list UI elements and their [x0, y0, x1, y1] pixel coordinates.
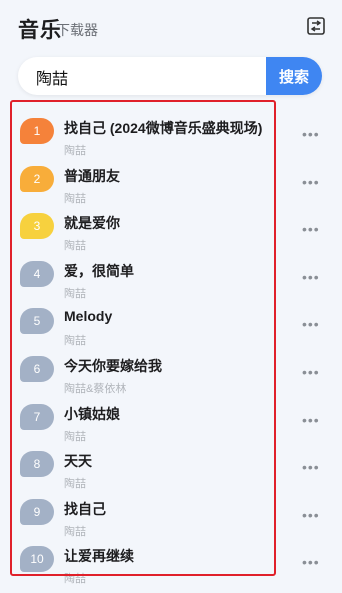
- more-options-icon[interactable]: •••: [302, 459, 320, 475]
- more-options-icon[interactable]: •••: [302, 174, 320, 190]
- search-button[interactable]: 搜索: [266, 57, 322, 95]
- highlight-box: [10, 100, 276, 576]
- more-options-icon[interactable]: •••: [302, 269, 320, 285]
- more-options-icon[interactable]: •••: [302, 554, 320, 570]
- more-options-icon[interactable]: •••: [302, 412, 320, 428]
- more-options-icon[interactable]: •••: [302, 316, 320, 332]
- app-subtitle: 下载器: [56, 22, 98, 38]
- search-bar: 搜索: [18, 57, 322, 95]
- more-options-icon[interactable]: •••: [302, 126, 320, 142]
- more-options-icon[interactable]: •••: [302, 507, 320, 523]
- app-header: 音乐 下载器: [0, 0, 342, 52]
- search-input[interactable]: [34, 63, 268, 91]
- more-options-icon[interactable]: •••: [302, 221, 320, 237]
- more-options-icon[interactable]: •••: [302, 364, 320, 380]
- logout-icon[interactable]: [306, 16, 326, 36]
